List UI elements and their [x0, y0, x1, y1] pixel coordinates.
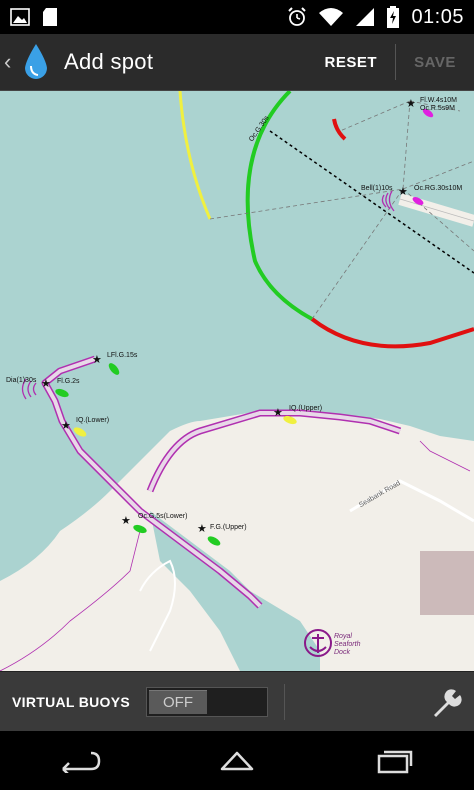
star-oc-g-lower: ★ [121, 515, 131, 527]
back-chevron-icon[interactable]: ‹ [4, 49, 18, 75]
star-fl-g: ★ [41, 378, 51, 390]
status-bar: 01:05 [0, 0, 474, 34]
water-drop-logo-icon[interactable] [20, 42, 52, 82]
star-lfl-g: ★ [92, 354, 102, 366]
label-dock-3: Dock [334, 649, 350, 656]
flare-green-1 [108, 363, 120, 375]
star-oc-rg: ★ [398, 186, 408, 198]
label-fg-upper: F.G.(Upper) [210, 524, 247, 531]
label-dia: Dia(1)30s [6, 377, 37, 384]
home-icon [220, 751, 254, 770]
star-iq-upper: ★ [273, 407, 283, 419]
leading-line [269, 130, 474, 274]
home-button[interactable] [207, 741, 267, 781]
red-sector-arc [310, 317, 474, 349]
recents-icon [377, 750, 413, 773]
label-fl-w: Fl.W.4s10M [420, 97, 457, 104]
status-time: 01:05 [411, 5, 464, 28]
star-iq-lower: ★ [61, 420, 71, 432]
control-divider [284, 683, 285, 720]
recents-button[interactable] [365, 741, 425, 781]
navigation-bar [0, 731, 474, 790]
action-bar: ‹ Add spot RESET SAVE [0, 34, 474, 91]
save-button[interactable]: SAVE [396, 34, 474, 90]
battery-charging-icon [387, 6, 400, 28]
back-arrow-icon [62, 751, 101, 773]
label-oc-g-lower: Oc.G.5s(Lower) [138, 513, 188, 520]
star-fg-upper: ★ [197, 523, 207, 535]
building-block [420, 551, 474, 615]
signal-icon [356, 8, 375, 26]
yellow-sector-arc [178, 91, 212, 220]
reset-button[interactable]: RESET [306, 34, 395, 90]
label-dock-1: Royal [334, 633, 352, 640]
star-fl-w: ★ [406, 98, 416, 110]
virtual-buoys-label: VIRTUAL BUOYS [12, 693, 130, 710]
label-dock-2: Seaforth [334, 641, 361, 648]
alarm-icon [288, 7, 307, 26]
label-iq-lower: IQ.(Lower) [76, 417, 110, 424]
control-bar: VIRTUAL BUOYS OFF [0, 671, 474, 731]
map-view[interactable]: ★ ★ ★ ★ ★ ★ ★ ★ Fl.W.4s10M Oc.R.5s9M Oc.… [0, 91, 474, 671]
label-oc-rg: Oc.RG.30s10M [414, 185, 463, 192]
label-fl-g: Fl.G.2s [57, 378, 80, 385]
label-oc-r: Oc.R.5s9M [420, 105, 456, 112]
wrench-icon[interactable] [430, 688, 462, 718]
label-iq-upper: IQ.(Upper) [289, 405, 323, 412]
back-button[interactable] [49, 741, 109, 781]
label-bell: Bell(1)10s [361, 185, 393, 192]
wifi-icon [319, 8, 344, 26]
sd-card-icon [43, 8, 57, 26]
red-sector-arc-upper [332, 118, 347, 141]
label-lfl-g: LFl.G.15s [107, 352, 138, 359]
virtual-buoys-toggle[interactable]: OFF [146, 686, 268, 717]
toggle-thumb[interactable]: OFF [149, 689, 207, 714]
page-title: Add spot [64, 49, 154, 74]
gallery-icon [10, 8, 30, 26]
